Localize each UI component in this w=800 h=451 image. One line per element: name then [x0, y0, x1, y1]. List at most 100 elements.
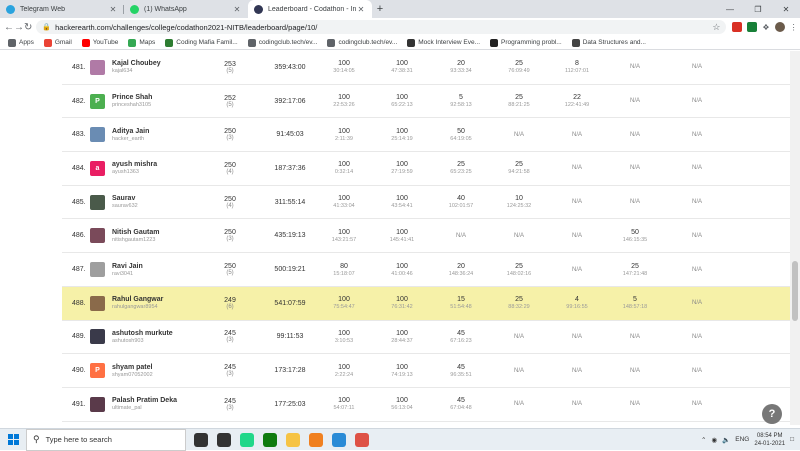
problem-score-cell: 5 148:57:18 — [613, 287, 657, 320]
clock-time: 08:54 PM — [756, 432, 783, 439]
widgets-icon[interactable] — [217, 432, 231, 447]
show-hidden-icons-icon[interactable]: ⌃ — [701, 436, 706, 444]
not-attempted: N/A — [691, 401, 702, 408]
user-name[interactable]: shyam patel — [112, 364, 153, 371]
problem-score: 100 — [338, 195, 350, 203]
taskbar-apps — [194, 432, 369, 447]
rank-number: 483. — [72, 131, 86, 139]
vlc-icon[interactable] — [309, 432, 323, 447]
problem-score-cell: N/A — [675, 85, 719, 118]
back-icon[interactable]: ← — [4, 22, 14, 33]
system-tray: ⌃ ◉ 🔈 ENG 08:54 PM 24-01-2021 □ — [701, 432, 800, 448]
file-explorer-icon[interactable] — [286, 432, 300, 447]
leaderboard-row[interactable]: 488. Rahul Gangwar rahulgangwar8954 249 (6) 5… — [62, 286, 790, 321]
user-name[interactable]: Prince Shah — [112, 94, 152, 101]
taskbar-clock[interactable]: 08:54 PM 24-01-2021 — [754, 432, 785, 448]
problem-score-cell: N/A — [613, 186, 657, 219]
user-name[interactable]: Kajal Choubey — [112, 60, 161, 67]
minimize-icon[interactable]: — — [716, 0, 744, 18]
extension-green-icon[interactable] — [747, 22, 758, 32]
leaderboard-row[interactable]: 485. Saurav saurav632 250 (4) 311:55:14 100 41:… — [62, 186, 790, 220]
rank-number: 482. — [72, 97, 86, 105]
problem-score-cell: N/A — [613, 321, 657, 354]
user-name[interactable]: Palash Pratim Deka — [112, 397, 177, 404]
url-input[interactable]: 🔒 hackerearth.com/challenges/college/cod… — [36, 20, 727, 34]
problem-time: 145:41:41 — [389, 236, 415, 243]
help-button[interactable]: ? — [762, 404, 782, 424]
bookmark-star-icon[interactable]: ☆ — [712, 22, 720, 33]
notifications-icon[interactable]: □ — [790, 436, 794, 443]
close-window-icon[interactable]: ✕ — [772, 0, 800, 18]
scrollbar-thumb[interactable] — [792, 261, 798, 321]
user-name[interactable]: Rahul Gangwar — [112, 296, 163, 303]
problem-time: 22:53:26 — [333, 102, 355, 109]
language-indicator[interactable]: ENG — [735, 436, 749, 443]
leaderboard-row[interactable]: 483. Aditya Jain hacker_earth 250 (3) 91:45:0… — [62, 118, 790, 153]
forward-icon[interactable]: → — [14, 22, 24, 33]
leaderboard-row[interactable]: 487. Ravi Jain ravi3041 250 (5) 500:19:21 80 15… — [62, 253, 790, 287]
volume-icon[interactable]: 🔈 — [722, 436, 730, 444]
pycharm-icon[interactable] — [240, 432, 254, 447]
leaderboard-row[interactable]: 486. Nitish Gautam nitishgautam1223 250 (3) 4… — [62, 220, 790, 254]
leaderboard-row[interactable]: 491. Palash Pratim Deka ultimate_pal 245 (3)… — [62, 388, 790, 422]
browser-tab[interactable]: Telegram Web ✕ — [0, 0, 124, 18]
user-avatar: P — [90, 93, 105, 109]
browser-tab[interactable]: (1) WhatsApp ✕ — [124, 0, 248, 18]
problem-score-cell: 100 145:41:41 — [380, 220, 424, 253]
bookmark-item[interactable]: Data Structures and... — [571, 38, 646, 47]
total-score: 245 (3) — [220, 354, 240, 387]
tab-close-icon[interactable]: ✕ — [356, 5, 366, 14]
problem-time: 28:44:37 — [391, 337, 413, 344]
new-tab-button[interactable]: + — [372, 0, 388, 18]
problem-score-cell: 50 146:15:35 — [613, 220, 657, 253]
bookmark-item[interactable]: Gmail — [43, 38, 72, 47]
youtube-icon — [81, 38, 90, 47]
leaderboard-row[interactable]: 490. Pshyam patel shyam07052002 245 (3) 173:1… — [62, 354, 790, 388]
task-view-icon[interactable] — [194, 432, 208, 447]
leaderboard-row[interactable]: 481. Kajal Choubey kajal634 253 (5) 359:43:00… — [62, 51, 790, 85]
not-attempted: N/A — [629, 367, 640, 374]
browser-tab[interactable]: Leaderboard - Codathon - Inter ✕ — [248, 0, 372, 18]
user-info: Ravi Jain ravi3041 — [112, 253, 143, 286]
menu-icon[interactable]: ⋮ — [790, 23, 798, 32]
bookmark-item[interactable]: YouTube — [81, 38, 118, 47]
chrome-icon[interactable] — [355, 432, 369, 447]
bookmark-item[interactable]: codingclub.tech/ev... — [247, 38, 317, 47]
leaderboard-row[interactable]: 484. a ayush mishra ayush1363 250 (4) 187:37:3… — [62, 152, 790, 186]
tab-close-icon[interactable]: ✕ — [108, 5, 118, 14]
bookmark-item[interactable]: Mock Interview Eve... — [407, 38, 480, 47]
not-attempted: N/A — [691, 165, 702, 172]
user-name[interactable]: Aditya Jain — [112, 128, 149, 135]
xbox-icon[interactable] — [263, 432, 277, 447]
bookmark-item[interactable]: Coding Mafia Famil... — [165, 38, 238, 47]
leaderboard-page: 481. Kajal Choubey kajal634 253 (5) 359:43:00… — [0, 51, 790, 425]
leaderboard-row[interactable]: 489. ashutosh murkute ashutosh903 245 (3) 99:… — [62, 321, 790, 355]
user-info: ashutosh murkute ashutosh903 — [112, 321, 173, 354]
bookmark-item[interactable]: Apps — [8, 38, 34, 47]
user-name[interactable]: ashutosh murkute — [112, 330, 173, 337]
profile-avatar[interactable] — [774, 22, 785, 32]
bookmark-item[interactable]: Programming probl... — [490, 38, 562, 47]
user-name[interactable]: Saurav — [112, 195, 138, 202]
reload-icon[interactable]: ↻ — [24, 22, 32, 33]
not-attempted: N/A — [455, 232, 466, 239]
user-name[interactable]: Ravi Jain — [112, 263, 143, 270]
problem-score: 4 — [575, 296, 579, 304]
vertical-scrollbar[interactable] — [790, 51, 800, 425]
extensions-puzzle-icon[interactable]: ❖ — [762, 23, 769, 32]
taskbar-search-box[interactable]: ⚲ Type here to search — [26, 428, 186, 451]
user-name[interactable]: Nitish Gautam — [112, 229, 159, 236]
maximize-icon[interactable]: ❐ — [744, 0, 772, 18]
problem-score-cell: N/A — [555, 118, 599, 151]
lock-icon[interactable]: 🔒 — [42, 23, 51, 31]
not-attempted: N/A — [513, 367, 524, 374]
bookmark-item[interactable]: Maps — [128, 38, 155, 47]
user-name[interactable]: ayush mishra — [112, 161, 157, 168]
edge-icon[interactable] — [332, 432, 346, 447]
tab-close-icon[interactable]: ✕ — [232, 5, 242, 14]
extension-shield-icon[interactable] — [732, 22, 743, 32]
windows-start-button[interactable] — [0, 434, 26, 445]
leaderboard-row[interactable]: 482. P Prince Shah princeshah3105 252 (5) 392:… — [62, 85, 790, 119]
bookmark-item[interactable]: codingclub.tech/ev... — [327, 38, 397, 47]
network-icon[interactable]: ◉ — [712, 436, 718, 444]
